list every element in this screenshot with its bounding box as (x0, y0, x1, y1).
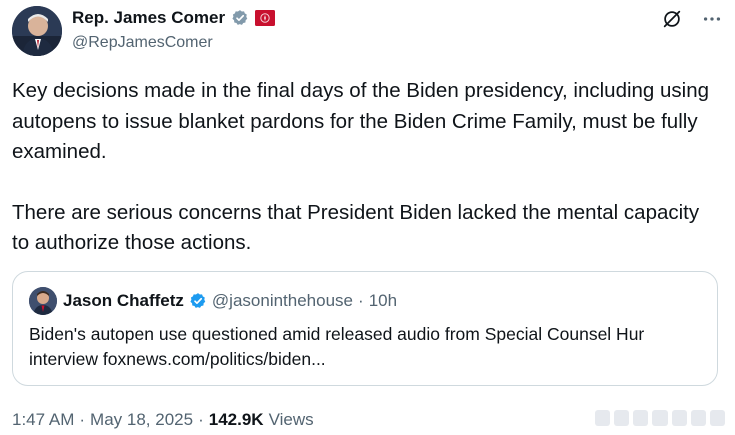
post-paragraph: Key decisions made in the final days of … (12, 79, 710, 163)
separator-dot: · (358, 291, 364, 310)
watermark-block (671, 410, 687, 426)
top-actions (661, 8, 723, 30)
quoted-link[interactable]: foxnews.com/politics/biden... (103, 349, 326, 369)
verified-badge-icon (231, 9, 249, 27)
more-options-icon[interactable] (701, 8, 723, 30)
quoted-handle[interactable]: @jasoninthehouse (212, 291, 353, 311)
post-date[interactable]: May 18, 2025 (90, 410, 193, 430)
post-text: Key decisions made in the final days of … (12, 76, 717, 259)
watermark-block (595, 410, 611, 426)
author-avatar[interactable] (12, 6, 62, 56)
blurred-watermark (595, 407, 725, 429)
watermark-block (633, 410, 649, 426)
author-handle[interactable]: @RepJamesComer (72, 34, 213, 52)
verified-badge-icon (189, 292, 207, 310)
quoted-display-name[interactable]: Jason Chaffetz (63, 291, 184, 311)
post-time[interactable]: 1:47 AM (12, 410, 74, 430)
post-paragraph: There are serious concerns that Presiden… (12, 200, 700, 255)
author-display-name[interactable]: Rep. James Comer (72, 8, 225, 28)
watermark-block (652, 410, 668, 426)
quoted-post-text: Biden's autopen use questioned amid rele… (29, 322, 699, 372)
views-count: 142.9K (208, 410, 264, 429)
quoted-author-avatar[interactable] (29, 287, 57, 315)
separator-dot: · (198, 410, 204, 429)
watermark-block (614, 410, 630, 426)
post-header: Rep. James Comer @RepJamesComer (12, 6, 723, 58)
watermark-block (709, 410, 725, 426)
house-seal-flag-icon (255, 10, 276, 26)
quoted-timestamp[interactable]: 10h (369, 291, 397, 311)
views-label: Views (268, 410, 314, 429)
quoted-post-card[interactable]: Jason Chaffetz @jasoninthehouse · 10h Bi… (12, 271, 718, 386)
post-metadata: 1:47 AM · May 18, 2025 · 142.9K Views (12, 410, 314, 430)
quoted-author-row: Jason Chaffetz @jasoninthehouse · 10h (63, 291, 397, 311)
separator-dot: · (79, 410, 86, 429)
author-name-row: Rep. James Comer (72, 8, 276, 28)
watermark-block (690, 410, 706, 426)
grok-icon[interactable] (661, 8, 683, 30)
